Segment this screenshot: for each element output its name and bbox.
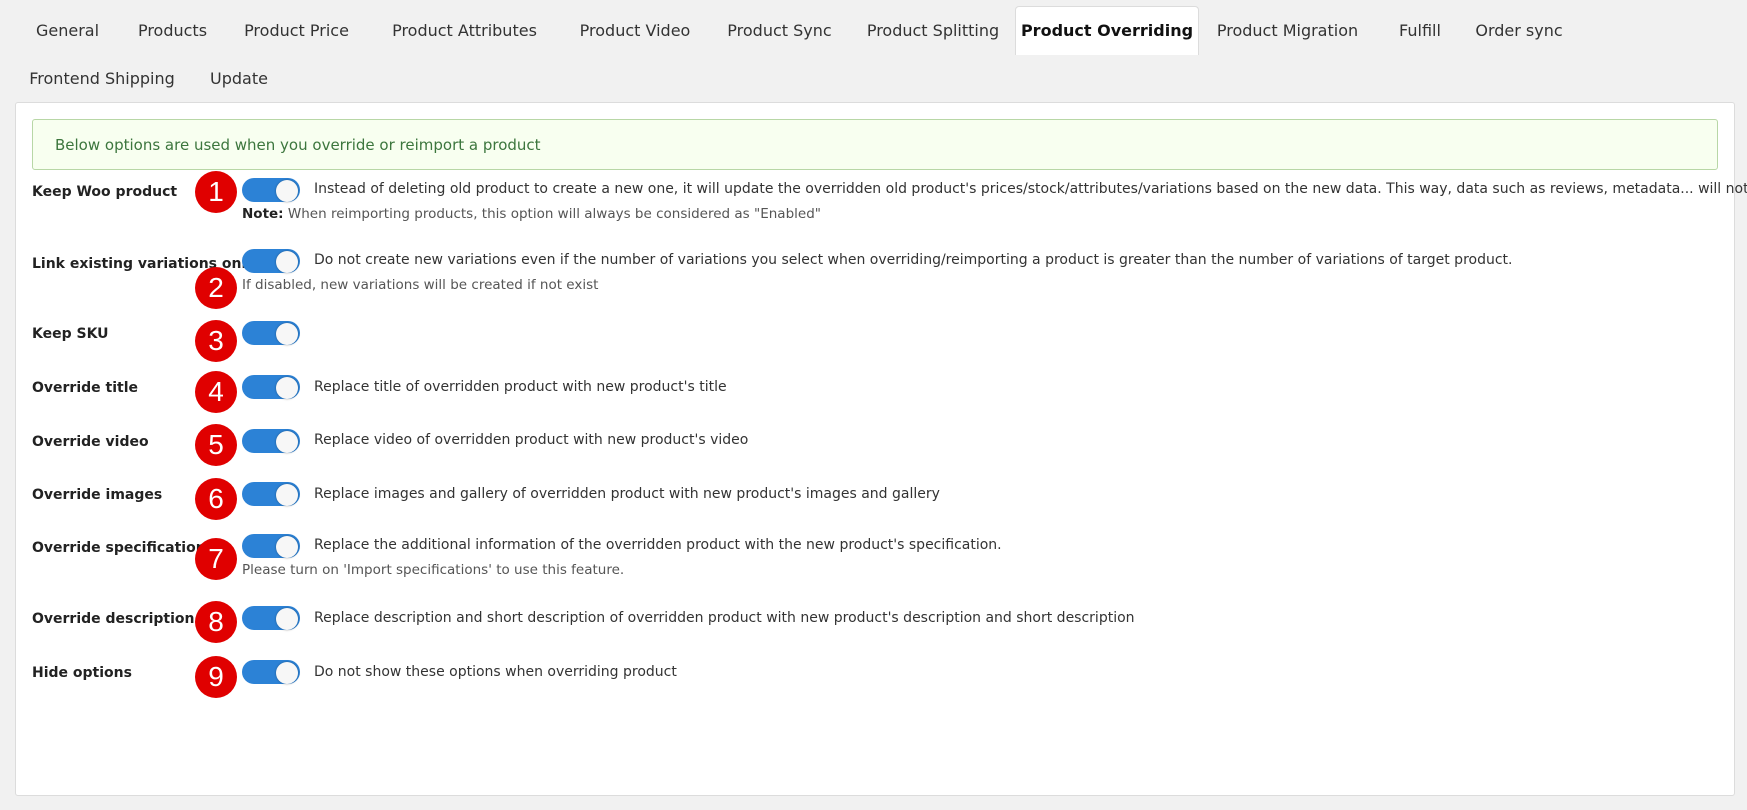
note-prefix: Note: [242, 206, 284, 222]
override-video-toggle[interactable] [242, 429, 300, 453]
override-title-toggle[interactable] [242, 375, 300, 399]
override-specifications-toggle[interactable] [242, 534, 300, 558]
override-description-label: Override description [32, 611, 195, 627]
note-text: When reimporting products, this option w… [283, 206, 821, 222]
tab-product-video[interactable]: Product Video [562, 6, 708, 54]
tab-update[interactable]: Update [188, 54, 290, 102]
keep-woo-product-description: Instead of deleting old product to creat… [314, 181, 1747, 197]
tab-product-overriding[interactable]: Product Overriding [1015, 5, 1199, 55]
toggle-knob [276, 662, 298, 684]
tab-product-attributes[interactable]: Product Attributes [367, 6, 562, 54]
notice-text: Below options are used when you override… [55, 135, 541, 154]
tab-product-price[interactable]: Product Price [226, 6, 367, 54]
override-description-toggle[interactable] [242, 606, 300, 630]
override-video-description: Replace video of overridden product with… [314, 432, 749, 448]
toggle-knob [276, 484, 298, 506]
settings-tabs: General Products Product Price Product A… [16, 5, 1736, 102]
marker-1: 1 [195, 171, 237, 213]
tab-products[interactable]: Products [119, 6, 226, 54]
override-specifications-note: Please turn on 'Import specifications' t… [242, 562, 625, 578]
hide-options-description: Do not show these options when overridin… [314, 664, 677, 680]
override-video-label: Override video [32, 434, 149, 450]
marker-8: 8 [195, 601, 237, 643]
link-existing-variations-toggle[interactable] [242, 249, 300, 273]
tab-general[interactable]: General [16, 6, 119, 54]
override-images-label: Override images [32, 487, 163, 503]
override-images-toggle[interactable] [242, 482, 300, 506]
marker-7: 7 [195, 538, 237, 580]
info-notice: Below options are used when you override… [32, 119, 1718, 170]
toggle-knob [276, 431, 298, 453]
keep-woo-product-note: Note: When reimporting products, this op… [242, 206, 821, 222]
keep-sku-toggle[interactable] [242, 321, 300, 345]
overriding-settings-panel: Below options are used when you override… [15, 102, 1747, 796]
toggle-knob [276, 323, 298, 345]
tab-fulfill[interactable]: Fulfill [1376, 6, 1464, 54]
marker-5: 5 [195, 424, 237, 466]
marker-2: 2 [195, 267, 237, 309]
tab-frontend-shipping[interactable]: Frontend Shipping [16, 54, 188, 102]
marker-4: 4 [195, 371, 237, 413]
override-images-description: Replace images and gallery of overridden… [314, 486, 940, 502]
tab-product-splitting[interactable]: Product Splitting [851, 6, 1015, 54]
tab-row-1: General Products Product Price Product A… [16, 5, 1574, 55]
marker-3: 3 [195, 320, 237, 362]
override-title-label: Override title [32, 380, 138, 396]
hide-options-label: Hide options [32, 665, 132, 681]
toggle-knob [276, 251, 298, 273]
tab-product-sync[interactable]: Product Sync [708, 6, 851, 54]
override-specifications-description: Replace the additional information of th… [314, 537, 1002, 553]
toggle-knob [276, 536, 298, 558]
toggle-knob [276, 377, 298, 399]
keep-woo-product-toggle[interactable] [242, 178, 300, 202]
override-title-description: Replace title of overridden product with… [314, 379, 727, 395]
override-description-text: Replace description and short descriptio… [314, 610, 1135, 626]
override-specifications-label: Override specifications [32, 540, 214, 556]
keep-woo-product-label: Keep Woo product [32, 184, 178, 200]
marker-9: 9 [195, 656, 237, 698]
toggle-knob [276, 608, 298, 630]
tab-order-sync[interactable]: Order sync [1464, 6, 1574, 54]
keep-sku-label: Keep SKU [32, 326, 109, 342]
tab-row-2: Frontend Shipping Update [16, 54, 290, 102]
link-existing-variations-note: If disabled, new variations will be crea… [242, 277, 599, 293]
link-existing-variations-description: Do not create new variations even if the… [314, 252, 1513, 268]
marker-6: 6 [195, 478, 237, 520]
toggle-knob [276, 180, 298, 202]
tab-product-migration[interactable]: Product Migration [1199, 6, 1376, 54]
hide-options-toggle[interactable] [242, 660, 300, 684]
